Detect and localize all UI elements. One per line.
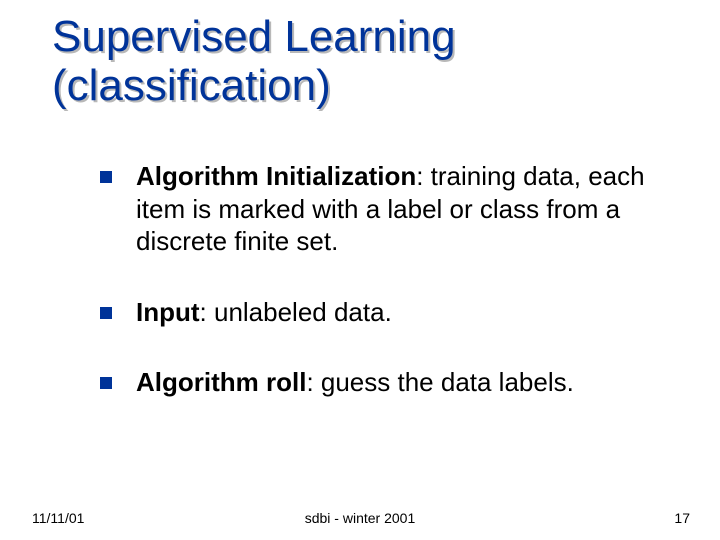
footer-page-number: 17 — [674, 510, 690, 526]
bullet-lead: Input — [136, 297, 200, 327]
bullet-text: Algorithm roll: guess the data labels. — [136, 366, 660, 399]
bullet-lead: Algorithm roll — [136, 367, 306, 397]
slide-title: Supervised Learning (classification) Sup… — [52, 12, 456, 111]
bullet-text: Input: unlabeled data. — [136, 296, 660, 329]
slide: Supervised Learning (classification) Sup… — [0, 0, 720, 540]
square-bullet-icon — [100, 307, 112, 319]
bullet-rest: : unlabeled data. — [200, 297, 392, 327]
square-bullet-icon — [100, 171, 112, 183]
bullet-item: Algorithm roll: guess the data labels. — [100, 366, 660, 399]
square-bullet-icon — [100, 377, 112, 389]
bullet-item: Input: unlabeled data. — [100, 296, 660, 329]
bullet-lead: Algorithm Initialization — [136, 161, 416, 191]
bullet-rest: : guess the data labels. — [306, 367, 573, 397]
bullet-item: Algorithm Initialization: training data,… — [100, 160, 660, 258]
bullet-text: Algorithm Initialization: training data,… — [136, 160, 660, 258]
title-line-2: (classification) — [52, 61, 331, 110]
title-line-1: Supervised Learning — [52, 12, 456, 61]
slide-body: Algorithm Initialization: training data,… — [100, 160, 660, 437]
footer-course: sdbi - winter 2001 — [0, 510, 720, 526]
